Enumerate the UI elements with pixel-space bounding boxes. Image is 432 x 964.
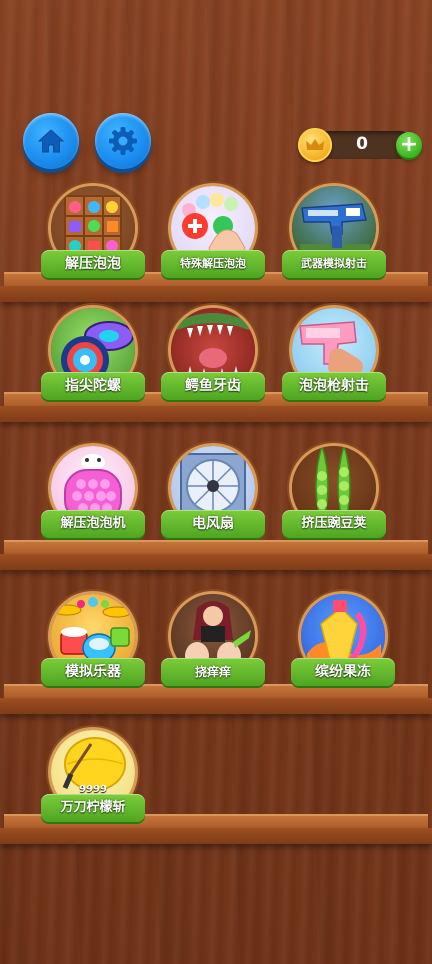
game-item-tickle[interactable]: 挠痒痒	[161, 594, 265, 706]
game-label: 泡泡枪射击	[282, 372, 386, 400]
game-item-crocodile-teeth[interactable]: 鳄鱼牙齿	[161, 308, 265, 420]
crown-icon	[306, 139, 324, 150]
game-label: 武器模拟射击	[282, 250, 386, 278]
game-label: 缤纷果冻	[291, 658, 395, 686]
game-item-bubble-gun[interactable]: 泡泡枪射击	[282, 308, 386, 420]
coin-count: 0	[356, 134, 368, 154]
game-label: 指尖陀螺	[41, 372, 145, 400]
game-item-pop-bubbles[interactable]: 解压泡泡	[41, 186, 145, 298]
add-coins-button[interactable]: +	[396, 132, 422, 158]
plus-icon: +	[399, 132, 419, 157]
game-item-pop-machine[interactable]: 解压泡泡机	[41, 446, 145, 558]
game-item-fidget-spinner[interactable]: 指尖陀螺	[41, 308, 145, 420]
game-label: 电风扇	[161, 510, 265, 538]
game-label: 解压泡泡	[41, 250, 145, 278]
game-item-weapon-simulator[interactable]: 武器模拟射击	[282, 186, 386, 298]
settings-button[interactable]	[95, 113, 151, 169]
game-label: 解压泡泡机	[41, 510, 145, 538]
game-label: 特殊解压泡泡	[161, 250, 265, 278]
game-label: 挠痒痒	[161, 658, 265, 686]
game-item-colorful-jelly[interactable]: 缤纷果冻	[291, 594, 395, 706]
home-button[interactable]	[23, 113, 79, 169]
game-item-electric-fan[interactable]: 电风扇	[161, 446, 265, 558]
game-item-instrument-simulator[interactable]: 模拟乐器	[41, 594, 145, 706]
game-item-squeeze-peas[interactable]: 挤压豌豆荚	[282, 446, 386, 558]
game-item-lemon-slash[interactable]: 9999 万刀柠檬斩	[41, 730, 145, 842]
gear-icon	[109, 127, 137, 155]
game-label: 鳄鱼牙齿	[161, 372, 265, 400]
game-label: 万刀柠檬斩	[41, 794, 145, 822]
coin-icon	[298, 128, 332, 162]
game-item-special-bubbles[interactable]: 特殊解压泡泡	[161, 186, 265, 298]
home-icon	[37, 129, 65, 153]
game-label: 挤压豌豆荚	[282, 510, 386, 538]
game-label: 模拟乐器	[41, 658, 145, 686]
